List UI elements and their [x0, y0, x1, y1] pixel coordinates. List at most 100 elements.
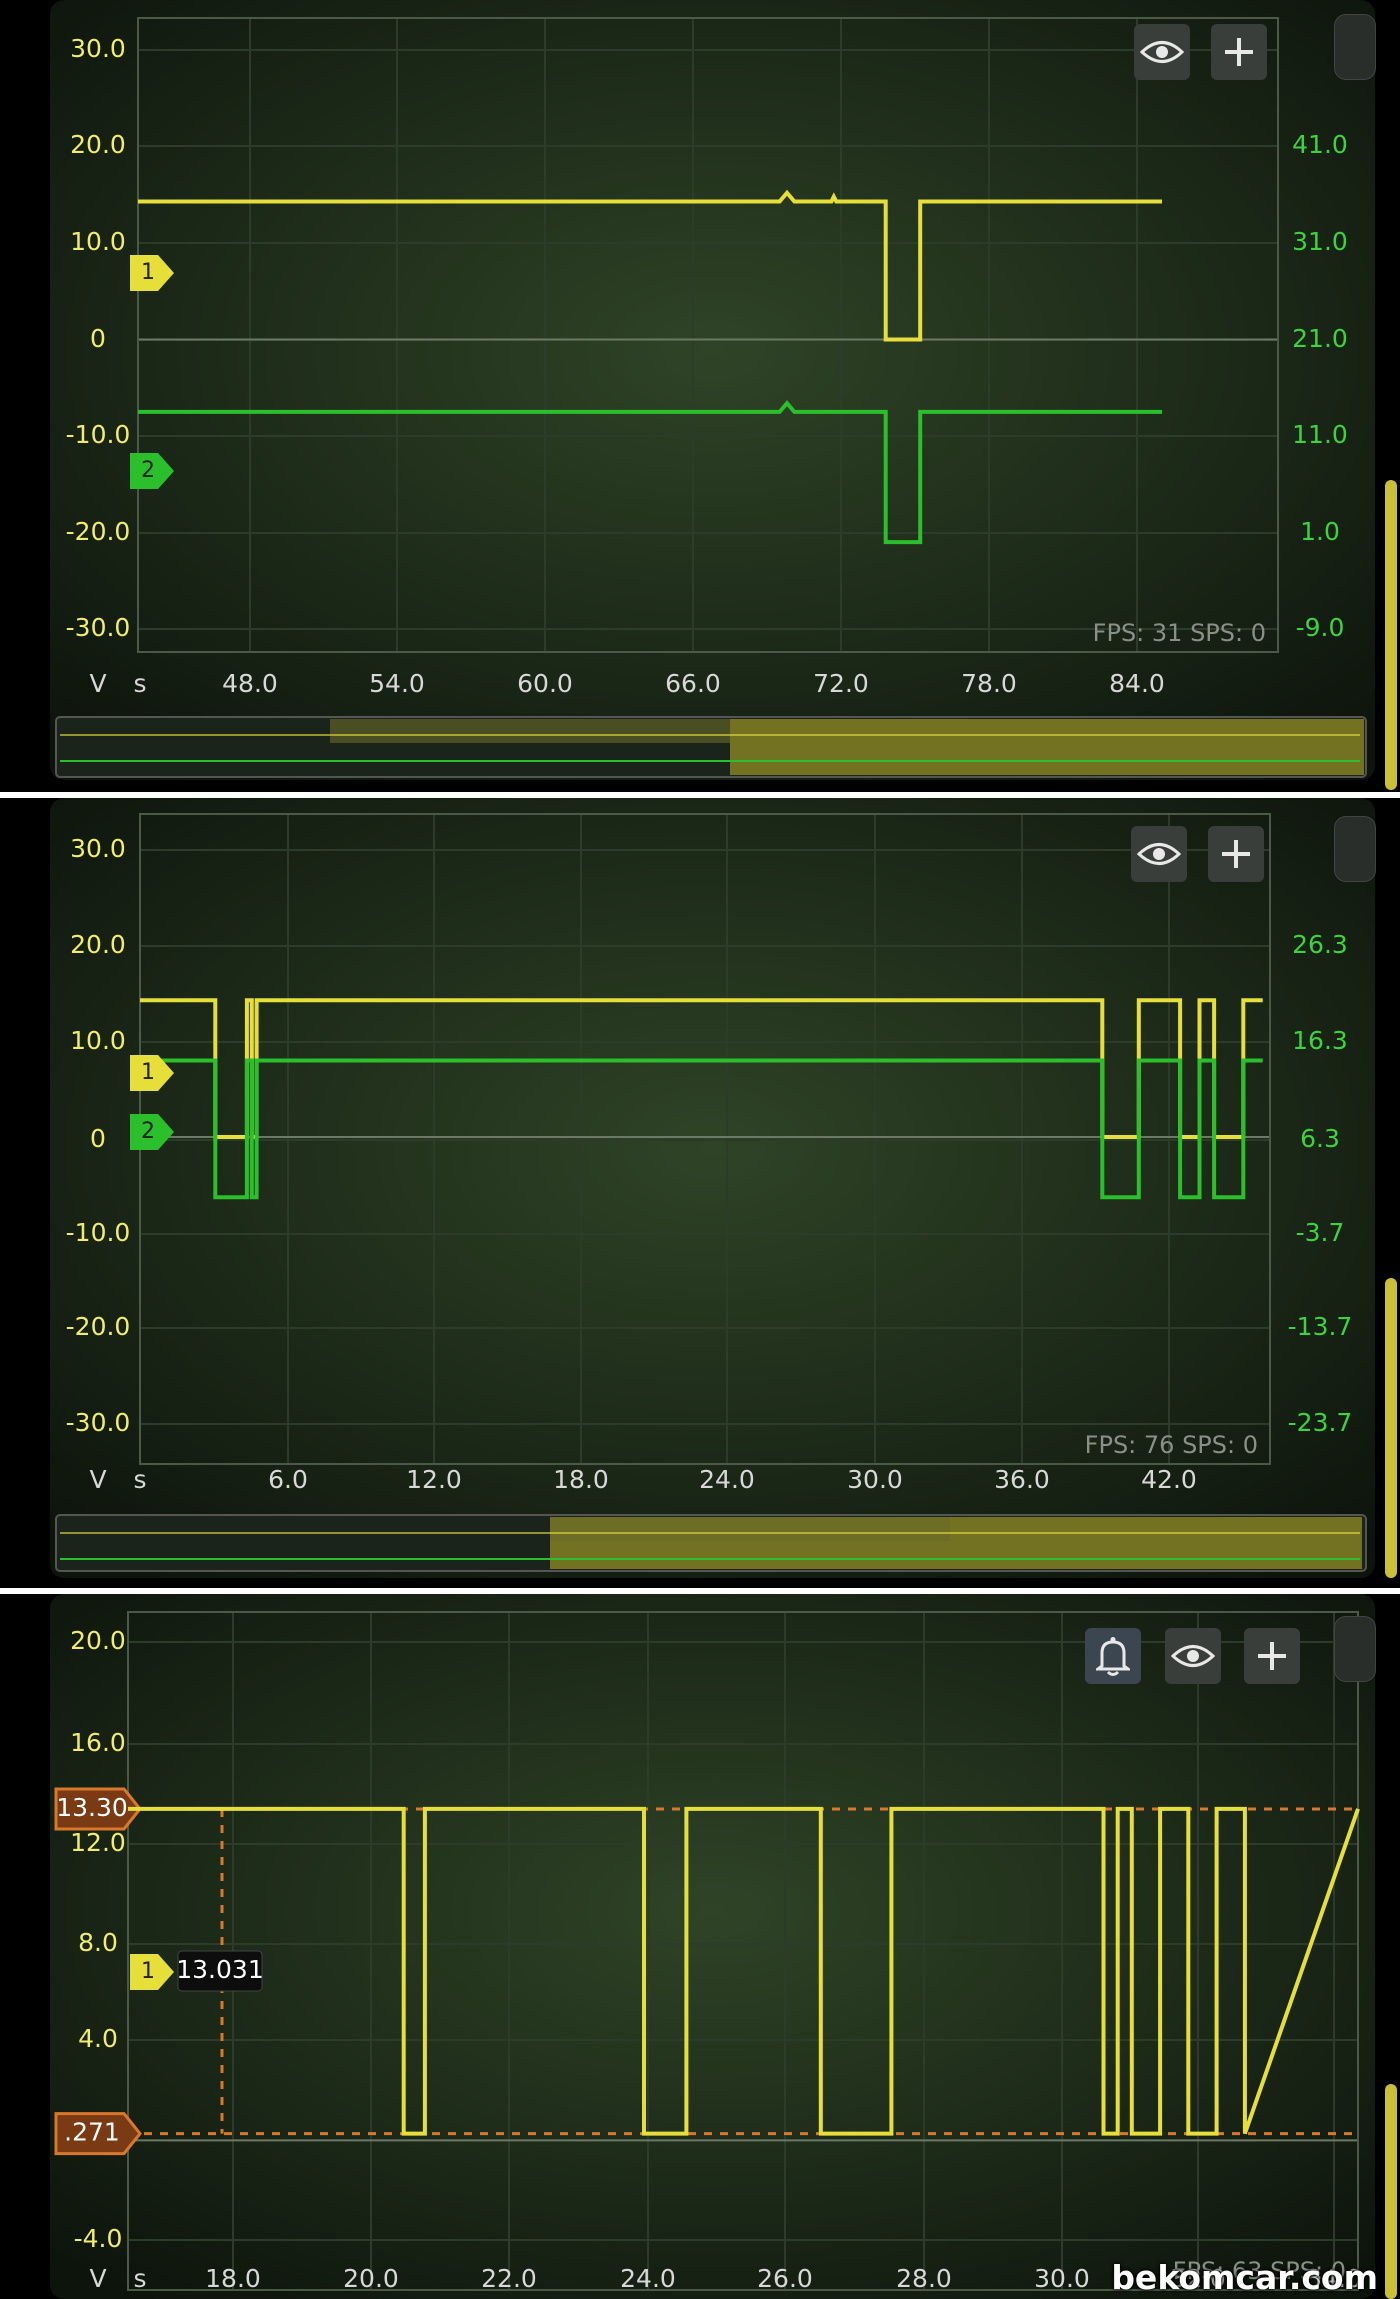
vertical-scrollbar[interactable]: [1385, 480, 1397, 790]
y-tick-label-left: 20.0: [70, 930, 126, 959]
x-tick-label: 30.0: [1034, 2264, 1090, 2293]
y-tick-label-left: 20.0: [70, 1626, 126, 1655]
overview-strip: [55, 716, 1367, 778]
x-tick-label: 12.0: [406, 1465, 462, 1494]
y-tick-label-left: 30.0: [70, 34, 126, 63]
x-tick-label: 6.0: [268, 1465, 308, 1494]
y-tick-label-right: 6.3: [1300, 1124, 1340, 1153]
y-tick-label-left: 8.0: [78, 1928, 118, 1957]
chart-3: 20.0 16.0 12.0 8.0 4.0 -4.0 18.0 20.0 22.0 24.0 26…: [50, 1594, 1375, 2299]
panel-background: [50, 1594, 1375, 2299]
alarm-button[interactable]: [1085, 1628, 1141, 1684]
y-tick-label-left: -10.0: [66, 420, 131, 449]
chart-2: 30.0 20.0 10.0 0 -10.0 -20.0 -30.0 26.3 16.3 6.3 -…: [50, 798, 1375, 1578]
overview-strip: [55, 1514, 1367, 1572]
y-tick-label-right: 26.3: [1292, 930, 1348, 959]
y-tick-label-right: 41.0: [1292, 130, 1348, 159]
cursor-value: 13.30: [56, 1793, 128, 1822]
add-button[interactable]: [1244, 1628, 1300, 1684]
x-tick-label: 48.0: [222, 669, 278, 698]
x-tick-label: 66.0: [665, 669, 721, 698]
overview-buffer: [330, 719, 730, 743]
fps-status: FPS: 76 SPS: 0: [1085, 1431, 1258, 1459]
bell-icon: [1096, 1637, 1130, 1676]
plus-icon: [1222, 840, 1250, 868]
vertical-scrollbar[interactable]: [1385, 1278, 1397, 1578]
panel-background: [50, 0, 1375, 780]
y-tick-label-left: 0: [90, 324, 106, 353]
y-tick-label-left: -20.0: [66, 517, 131, 546]
x-tick-label: 84.0: [1109, 669, 1165, 698]
overview-buffer: [550, 1517, 950, 1541]
x-tick-label: 18.0: [553, 1465, 609, 1494]
chart-1: 30.020.010.00-10.0-20.0-30.041.031.021.0…: [50, 0, 1375, 780]
y-tick-label-left: 10.0: [70, 1026, 126, 1055]
y-unit-label: V: [89, 1465, 106, 1494]
scope-panel-1: 30.0 20.0 10.0 0 -10.0 -20.0 -30.0 41.0 31.0 21.0…: [0, 0, 1400, 792]
x-tick-label: 22.0: [481, 2264, 537, 2293]
y-tick-label-right: 11.0: [1292, 420, 1348, 449]
y-tick-label-right: 16.3: [1292, 1026, 1348, 1055]
fps-status: FPS: 31 SPS: 0: [1093, 619, 1266, 647]
x-tick-label: 78.0: [961, 669, 1017, 698]
x-tick-label: 24.0: [699, 1465, 755, 1494]
add-button[interactable]: [1211, 24, 1267, 80]
channel-marker-label: 2: [141, 1119, 155, 1144]
add-button[interactable]: [1208, 826, 1264, 882]
channel-marker-label: 2: [141, 458, 155, 483]
scope-panel-3: 20.0 16.0 12.0 8.0 4.0 -4.0 18.0 20.0 22.0 24.0 26…: [0, 1594, 1400, 2299]
cursor-readout: 13.031: [176, 1955, 263, 1984]
x-unit-label: s: [133, 669, 146, 698]
eye-icon: [1171, 1645, 1215, 1667]
cursor-value: .271: [64, 2118, 120, 2147]
y-unit-label: V: [89, 2264, 106, 2293]
y-tick-label-left: 30.0: [70, 834, 126, 863]
x-tick-label: 60.0: [517, 669, 573, 698]
x-tick-label: 72.0: [813, 669, 869, 698]
x-tick-label: 26.0: [757, 2264, 813, 2293]
x-unit-label: s: [133, 1465, 146, 1494]
y-tick-label-left: -10.0: [66, 1218, 131, 1247]
y-tick-label-left: 20.0: [70, 130, 126, 159]
y-tick-label-left: -30.0: [66, 613, 131, 642]
overview-visible-window: [730, 719, 1364, 775]
plus-icon: [1258, 1642, 1286, 1670]
y-tick-label-right: 1.0: [1300, 517, 1340, 546]
eye-button[interactable]: [1165, 1628, 1221, 1684]
y-tick-label-right: -3.7: [1296, 1218, 1345, 1247]
x-tick-label: 24.0: [620, 2264, 676, 2293]
x-tick-label: 28.0: [896, 2264, 952, 2293]
drawer-handle[interactable]: [1334, 816, 1376, 882]
y-tick-label-left: -30.0: [66, 1408, 131, 1437]
eye-icon: [1140, 41, 1184, 63]
y-tick-label-left: 16.0: [70, 1728, 126, 1757]
x-tick-label: 42.0: [1141, 1465, 1197, 1494]
x-tick-label: 30.0: [847, 1465, 903, 1494]
x-tick-label: 20.0: [343, 2264, 399, 2293]
plus-icon: [1225, 38, 1253, 66]
eye-button[interactable]: [1134, 24, 1190, 80]
x-tick-label: 54.0: [369, 669, 425, 698]
y-tick-label-right: 21.0: [1292, 324, 1348, 353]
y-tick-label-left: 4.0: [78, 2024, 118, 2053]
channel-marker-label: 1: [141, 1060, 155, 1085]
scope-panel-2: 30.0 20.0 10.0 0 -10.0 -20.0 -30.0 26.3 16.3 6.3 -…: [0, 798, 1400, 1588]
eye-button[interactable]: [1131, 826, 1187, 882]
channel-marker-label: 1: [141, 260, 155, 285]
y-tick-label-left: 0: [90, 1124, 106, 1153]
x-tick-label: 18.0: [205, 2264, 261, 2293]
eye-icon: [1137, 843, 1181, 865]
watermark: bekomcar.com: [1111, 2258, 1378, 2297]
y-unit-label: V: [89, 669, 106, 698]
y-tick-label-left: -20.0: [66, 1312, 131, 1341]
drawer-handle[interactable]: [1334, 1616, 1376, 1682]
channel-marker-label: 1: [141, 1959, 155, 1984]
vertical-scrollbar[interactable]: [1385, 2084, 1397, 2299]
drawer-handle[interactable]: [1334, 14, 1376, 80]
x-unit-label: s: [133, 2264, 146, 2293]
y-tick-label-left: 12.0: [70, 1828, 126, 1857]
y-tick-label-right: -9.0: [1296, 613, 1345, 642]
y-tick-label-right: -13.7: [1288, 1312, 1353, 1341]
x-tick-label: 36.0: [994, 1465, 1050, 1494]
y-tick-label-right: 31.0: [1292, 227, 1348, 256]
